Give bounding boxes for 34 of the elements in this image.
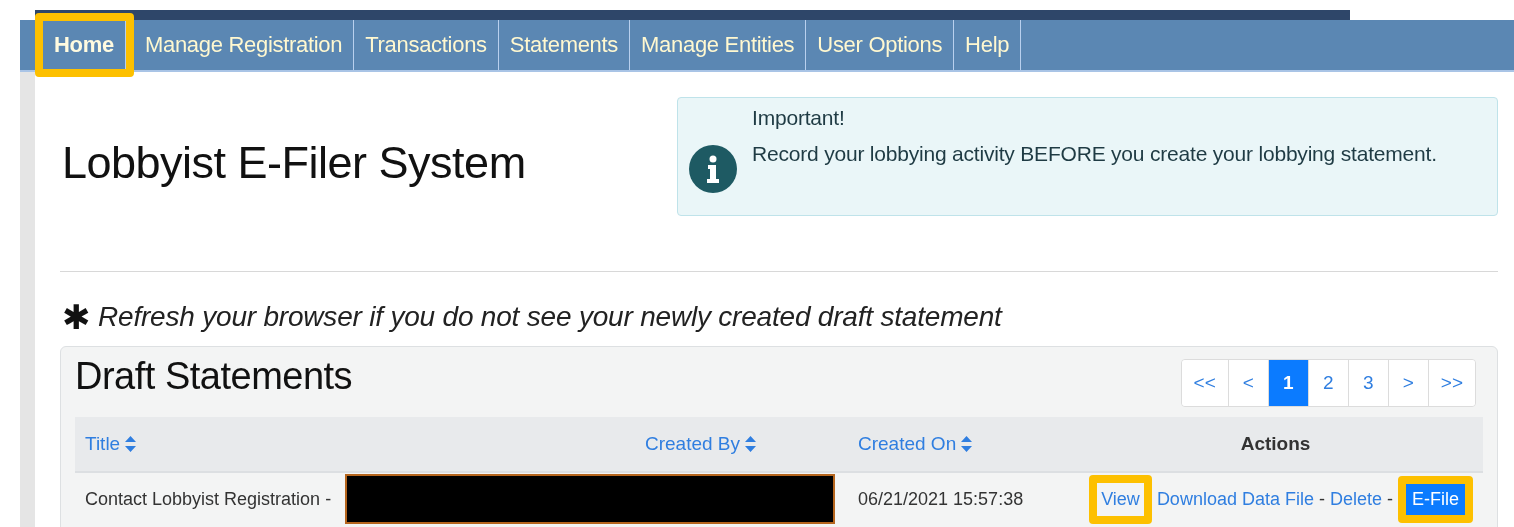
nav-tab[interactable]: Manage Entities bbox=[630, 20, 807, 70]
nav-tab[interactable]: Transactions bbox=[354, 20, 499, 70]
info-icon bbox=[688, 144, 738, 194]
refresh-note: Refresh your browser if you do not see your newly created draft statement bbox=[98, 301, 1002, 333]
page-button[interactable]: 3 bbox=[1348, 360, 1389, 406]
page-button[interactable]: > bbox=[1388, 360, 1429, 406]
nav-tab[interactable]: User Options bbox=[806, 20, 955, 70]
sort-icon bbox=[745, 436, 757, 452]
action-link[interactable]: Delete bbox=[1329, 488, 1382, 510]
asterisk-mark: ✱ bbox=[62, 300, 90, 334]
sort-icon bbox=[125, 436, 137, 452]
table-cell: Contact Lobbyist Registration - bbox=[85, 488, 332, 509]
nav-tab[interactable]: Manage Registration bbox=[133, 20, 355, 70]
separator-text: - bbox=[1387, 488, 1393, 510]
page-button[interactable]: 1 bbox=[1268, 360, 1309, 406]
page-button[interactable]: < bbox=[1228, 360, 1269, 406]
action-link[interactable]: View bbox=[1097, 482, 1144, 516]
table-cell: 06/21/2021 15:57:38 bbox=[858, 488, 1024, 509]
separator-text: - bbox=[1318, 488, 1325, 510]
alert-heading: Important! bbox=[752, 106, 846, 130]
nav-tab[interactable]: Home bbox=[43, 21, 126, 69]
column-header: Actions bbox=[1240, 433, 1311, 455]
action-link[interactable]: Download Data File bbox=[1156, 488, 1314, 510]
column-sort-link[interactable]: Title bbox=[85, 433, 137, 455]
page-button[interactable]: 2 bbox=[1308, 360, 1349, 406]
e-file-button[interactable]: E-File bbox=[1406, 483, 1465, 515]
page-button[interactable]: << bbox=[1181, 360, 1229, 406]
page-button[interactable]: >> bbox=[1428, 360, 1475, 406]
nav-tab[interactable]: Statements bbox=[498, 20, 631, 70]
page-title: Lobbyist E-Filer System bbox=[62, 137, 526, 189]
sort-icon bbox=[961, 436, 973, 452]
panel-title: Draft Statements bbox=[75, 355, 353, 398]
nav-tab[interactable]: Help bbox=[954, 20, 1022, 70]
alert-message: Record your lobbying activity BEFORE you create your lobbying statement. bbox=[752, 142, 1437, 166]
